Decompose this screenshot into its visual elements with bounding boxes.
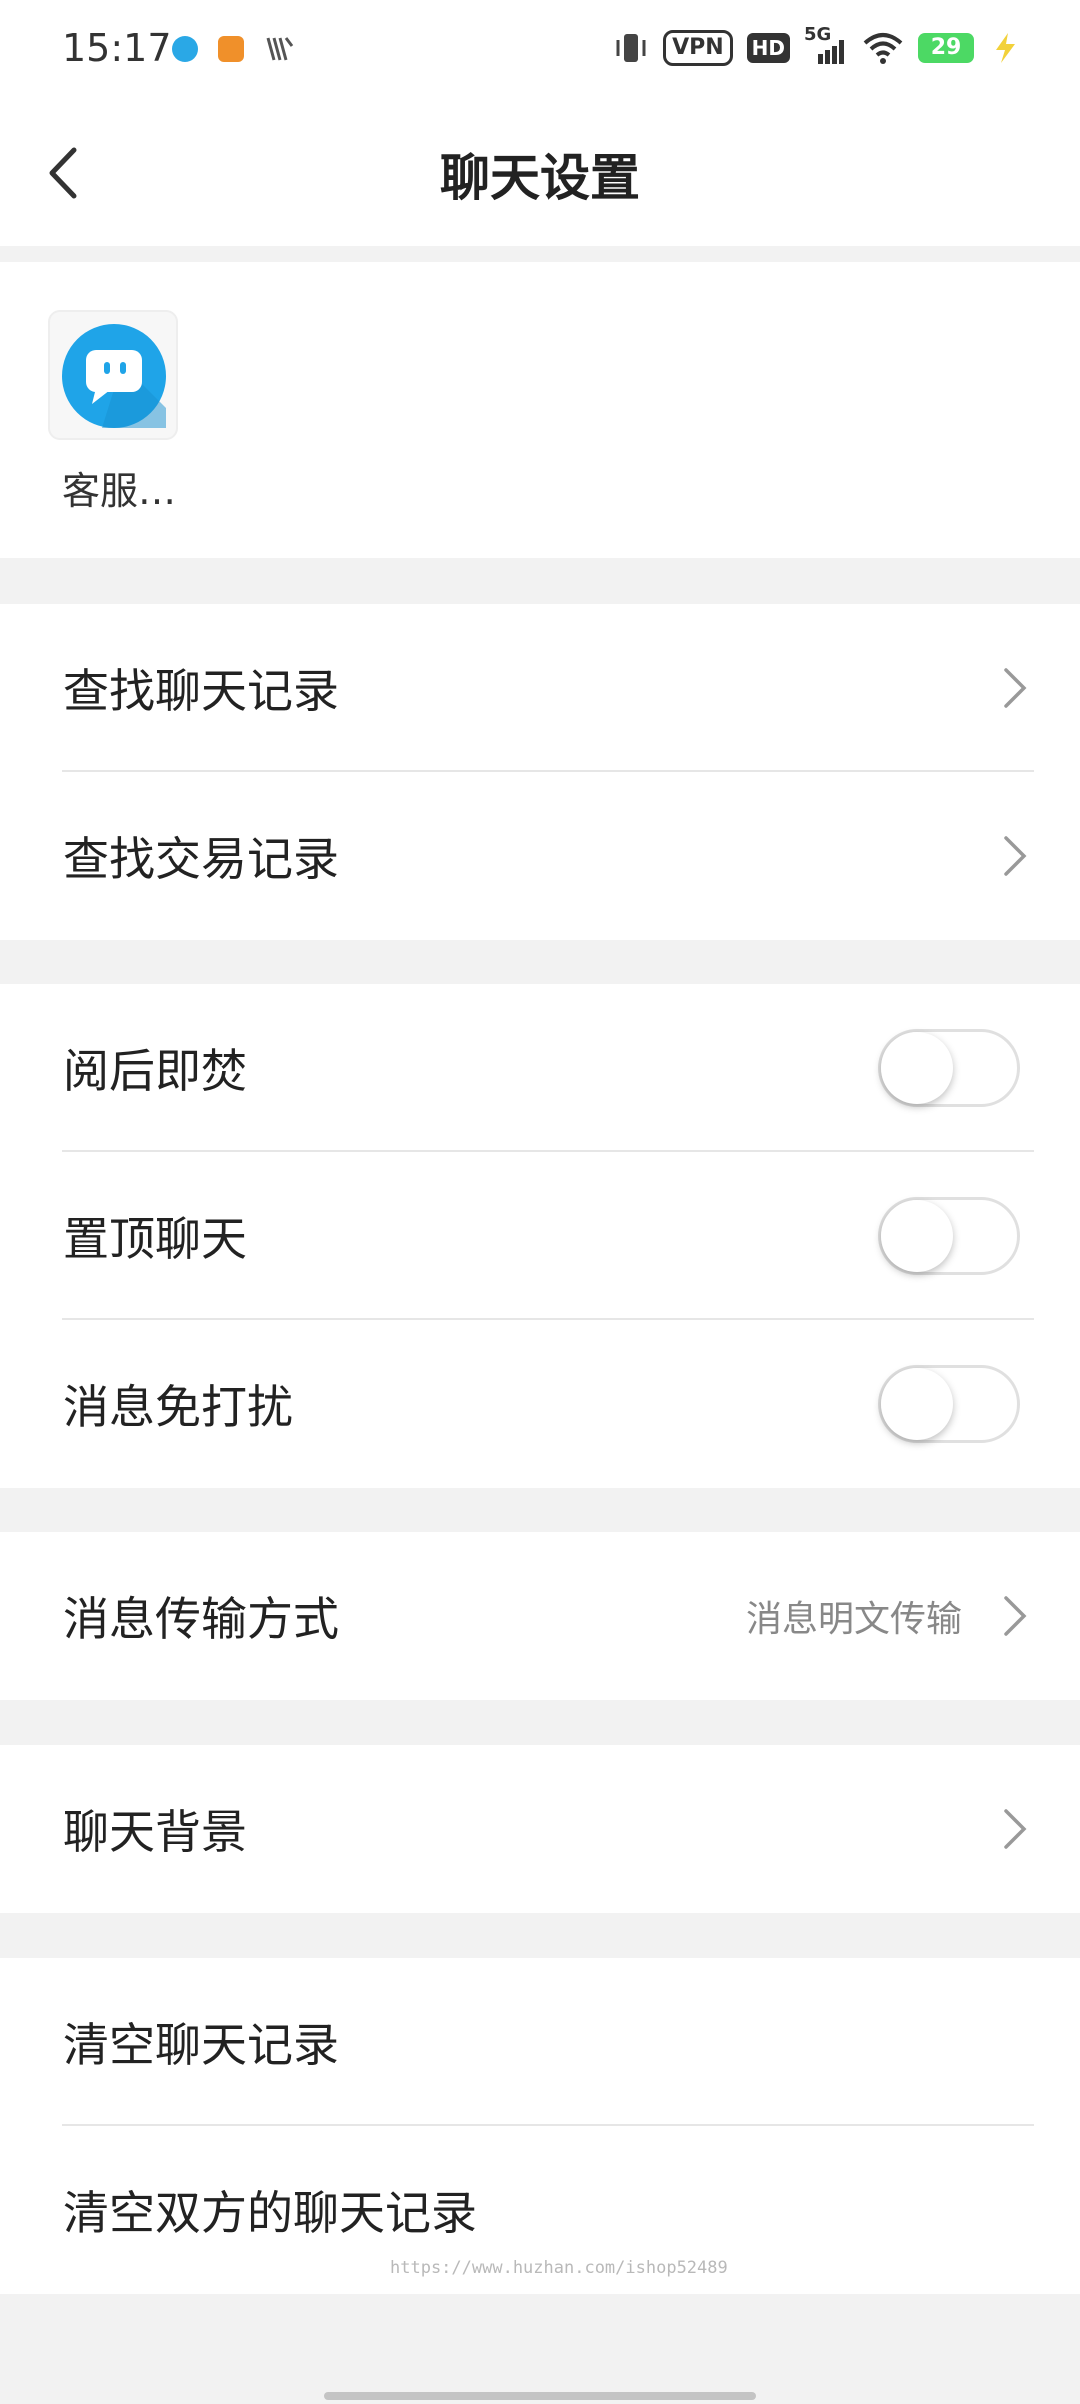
row-label: 消息传输方式 xyxy=(63,1592,339,1646)
row-label: 查找交易记录 xyxy=(63,832,339,886)
find-chat-history-row[interactable]: 查找聊天记录 xyxy=(0,604,1080,772)
chat-background-row[interactable]: 聊天背景 xyxy=(0,1745,1080,1913)
toggles-section: 阅后即焚 置顶聊天 消息免打扰 xyxy=(0,984,1080,1488)
contact-name: 客服… xyxy=(62,469,177,513)
page-title: 聊天设置 xyxy=(440,149,640,207)
chevron-right-icon xyxy=(1004,668,1027,708)
status-icons: VPN HD 5G 29 xyxy=(613,24,1022,68)
row-label: 消息免打扰 xyxy=(63,1380,293,1434)
message-app-icon xyxy=(218,36,244,62)
message-transfer-mode-row[interactable]: 消息传输方式 消息明文传输 xyxy=(0,1532,1080,1700)
chevron-right-icon xyxy=(1004,836,1027,876)
status-time: 15:17 xyxy=(62,26,172,70)
status-bar: 15:17 VPN HD 5G 29 xyxy=(0,0,1080,100)
burn-after-reading-row: 阅后即焚 xyxy=(0,984,1080,1152)
header: 聊天设置 xyxy=(0,100,1080,246)
do-not-disturb-row: 消息免打扰 xyxy=(0,1320,1080,1488)
vpn-badge: VPN xyxy=(663,30,733,66)
row-label: 查找聊天记录 xyxy=(63,664,339,718)
toggle-knob xyxy=(881,1200,953,1272)
avatar xyxy=(62,324,166,428)
watermark: https://www.huzhan.com/ishop52489 xyxy=(390,2258,728,2278)
chat-app-icon xyxy=(172,36,198,62)
row-label: 阅后即焚 xyxy=(63,1044,247,1098)
row-label: 置顶聊天 xyxy=(63,1212,247,1266)
vibrate-icon xyxy=(616,34,646,62)
chat-bubble-icon xyxy=(86,350,166,428)
home-indicator[interactable] xyxy=(324,2392,756,2400)
row-label: 清空聊天记录 xyxy=(63,2018,339,2072)
background-section: 聊天背景 xyxy=(0,1745,1080,1913)
do-not-disturb-toggle[interactable] xyxy=(878,1365,1020,1443)
contact-avatar[interactable] xyxy=(48,310,178,440)
stripes-app-icon xyxy=(266,37,294,61)
row-label: 聊天背景 xyxy=(63,1805,247,1859)
clear-chat-history-row[interactable]: 清空聊天记录 xyxy=(0,1958,1080,2126)
wifi-icon xyxy=(863,33,903,64)
toggle-knob xyxy=(881,1368,953,1440)
transfer-mode-value: 消息明文传输 xyxy=(745,1599,962,1640)
signal-icon: 5G xyxy=(804,24,848,68)
search-section: 查找聊天记录 查找交易记录 xyxy=(0,604,1080,940)
row-label: 清空双方的聊天记录 xyxy=(63,2186,477,2240)
find-transaction-row[interactable]: 查找交易记录 xyxy=(0,772,1080,940)
clear-section: 清空聊天记录 清空双方的聊天记录 xyxy=(0,1958,1080,2294)
burn-after-reading-toggle[interactable] xyxy=(878,1029,1020,1107)
battery-indicator: 29 xyxy=(918,33,974,63)
chevron-right-icon xyxy=(1004,1596,1027,1636)
hd-badge: HD xyxy=(746,33,790,63)
charging-icon xyxy=(996,33,1015,63)
pin-chat-row: 置顶聊天 xyxy=(0,1152,1080,1320)
toggle-knob xyxy=(881,1032,953,1104)
chevron-right-icon xyxy=(1004,1809,1027,1849)
pin-chat-toggle[interactable] xyxy=(878,1197,1020,1275)
transfer-section: 消息传输方式 消息明文传输 xyxy=(0,1532,1080,1700)
contact-section: 客服… xyxy=(0,262,1080,558)
notification-icons xyxy=(172,34,294,64)
